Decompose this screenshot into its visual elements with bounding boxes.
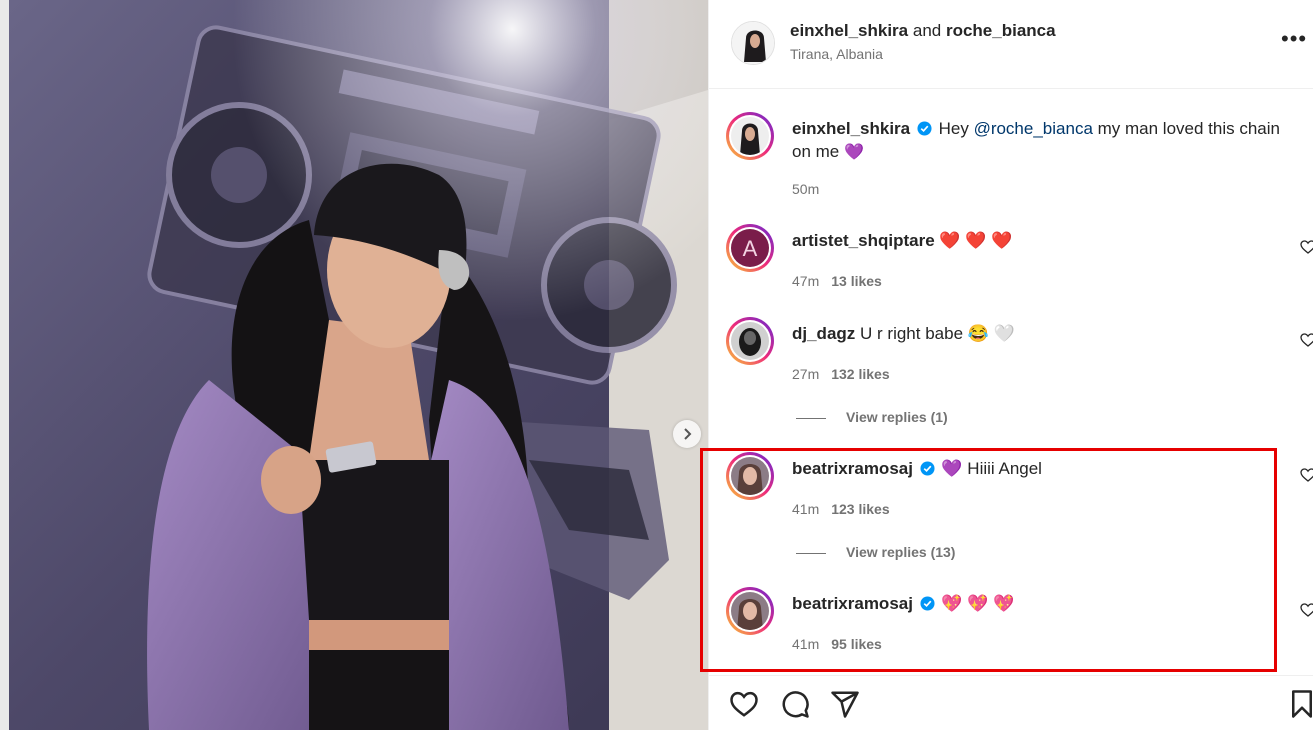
- comment-text: artistet_shqiptare ❤️ ❤️ ❤️: [792, 229, 1302, 252]
- comment-username[interactable]: einxhel_shkira: [792, 119, 910, 138]
- caption-emoji: 💜: [843, 144, 864, 161]
- bookmark-icon[interactable]: [1287, 689, 1313, 719]
- chevron-right-icon: [684, 428, 692, 440]
- comment-meta: 41m 123 likes: [792, 501, 890, 517]
- comment-text: beatrixramosaj 💖 💖 💖: [792, 592, 1302, 615]
- avatar-image: [731, 117, 769, 155]
- comment-body: ❤️ ❤️ ❤️: [939, 231, 1013, 250]
- comment-username[interactable]: dj_dagz: [792, 324, 855, 343]
- comment-body: 💜 Hiiii Angel: [941, 459, 1042, 478]
- comment-username[interactable]: beatrixramosaj: [792, 459, 913, 478]
- comment-username[interactable]: artistet_shqiptare: [792, 231, 935, 250]
- comment-time[interactable]: 41m: [792, 501, 819, 517]
- comment-text: dj_dagz U r right babe 😂 🤍: [792, 322, 1302, 345]
- comment-likes[interactable]: 123 likes: [831, 501, 889, 517]
- view-replies-button[interactable]: View replies (13): [796, 544, 955, 560]
- caption-text: einxhel_shkira Hey @roche_bianca my man …: [792, 117, 1302, 164]
- comment-meta: 27m 132 likes: [792, 366, 890, 382]
- comment-likes[interactable]: 95 likes: [831, 636, 882, 652]
- like-comment-heart-icon[interactable]: [1300, 467, 1313, 483]
- verified-icon: [917, 121, 932, 136]
- avatar-image: [731, 457, 769, 495]
- left-margin: [0, 0, 9, 730]
- post-sidebar: einxhel_shkira and roche_bianca Tirana, …: [708, 0, 1313, 730]
- verified-icon: [920, 596, 935, 611]
- like-comment-heart-icon[interactable]: [1300, 332, 1313, 348]
- comment-body: U r right babe 😂 🤍: [860, 324, 1015, 343]
- view-replies-label: View replies (13): [846, 544, 956, 560]
- comment-avatar[interactable]: A: [726, 224, 774, 272]
- photo-illustration: [9, 0, 708, 730]
- caption-avatar[interactable]: [726, 112, 774, 160]
- like-comment-heart-icon[interactable]: [1300, 239, 1313, 255]
- comment-meta: 47m 13 likes: [792, 273, 882, 289]
- more-options-button[interactable]: •••: [1281, 28, 1307, 50]
- view-replies-button[interactable]: View replies (1): [796, 409, 948, 425]
- avatar-image: [731, 592, 769, 630]
- share-icon[interactable]: [830, 689, 860, 719]
- comment-time[interactable]: 41m: [792, 636, 819, 652]
- avatar-image: [732, 22, 774, 64]
- post-location[interactable]: Tirana, Albania: [790, 46, 883, 62]
- avatar-image: [731, 322, 769, 360]
- comment-likes[interactable]: 132 likes: [831, 366, 889, 382]
- comment-icon[interactable]: [780, 689, 810, 719]
- comment-time[interactable]: 47m: [792, 273, 819, 289]
- comment-time[interactable]: 50m: [792, 181, 819, 197]
- svg-text:A: A: [743, 236, 758, 261]
- comment-meta: 41m 95 likes: [792, 636, 882, 652]
- avatar-image: A: [731, 229, 769, 267]
- post-header: einxhel_shkira and roche_bianca Tirana, …: [709, 0, 1313, 89]
- post-authors: einxhel_shkira and roche_bianca: [790, 21, 1056, 41]
- author-username[interactable]: einxhel_shkira: [790, 21, 908, 40]
- verified-icon: [920, 461, 935, 476]
- comment-username[interactable]: beatrixramosaj: [792, 594, 913, 613]
- replies-divider: [796, 552, 826, 554]
- like-comment-heart-icon[interactable]: [1300, 602, 1313, 618]
- post-actions: [709, 675, 1313, 731]
- caption-body: Hey: [938, 119, 974, 138]
- heart-icon[interactable]: [729, 689, 759, 719]
- comment-text: beatrixramosaj 💜 Hiiii Angel: [792, 457, 1302, 480]
- comment-avatar[interactable]: [726, 587, 774, 635]
- comment-time[interactable]: 27m: [792, 366, 819, 382]
- caption-meta: 50m: [792, 181, 819, 197]
- view-replies-label: View replies (1): [846, 409, 948, 425]
- mention-link[interactable]: @roche_bianca: [974, 119, 1093, 138]
- comment-likes[interactable]: 13 likes: [831, 273, 882, 289]
- next-photo-button[interactable]: [673, 420, 701, 448]
- post-photo[interactable]: [9, 0, 708, 730]
- replies-divider: [796, 417, 826, 419]
- comment-avatar[interactable]: [726, 452, 774, 500]
- comment-avatar[interactable]: [726, 317, 774, 365]
- comment-body: 💖 💖 💖: [941, 594, 1015, 613]
- author-avatar[interactable]: [731, 21, 775, 65]
- authors-separator: and: [912, 21, 942, 40]
- coauthor-username[interactable]: roche_bianca: [946, 21, 1056, 40]
